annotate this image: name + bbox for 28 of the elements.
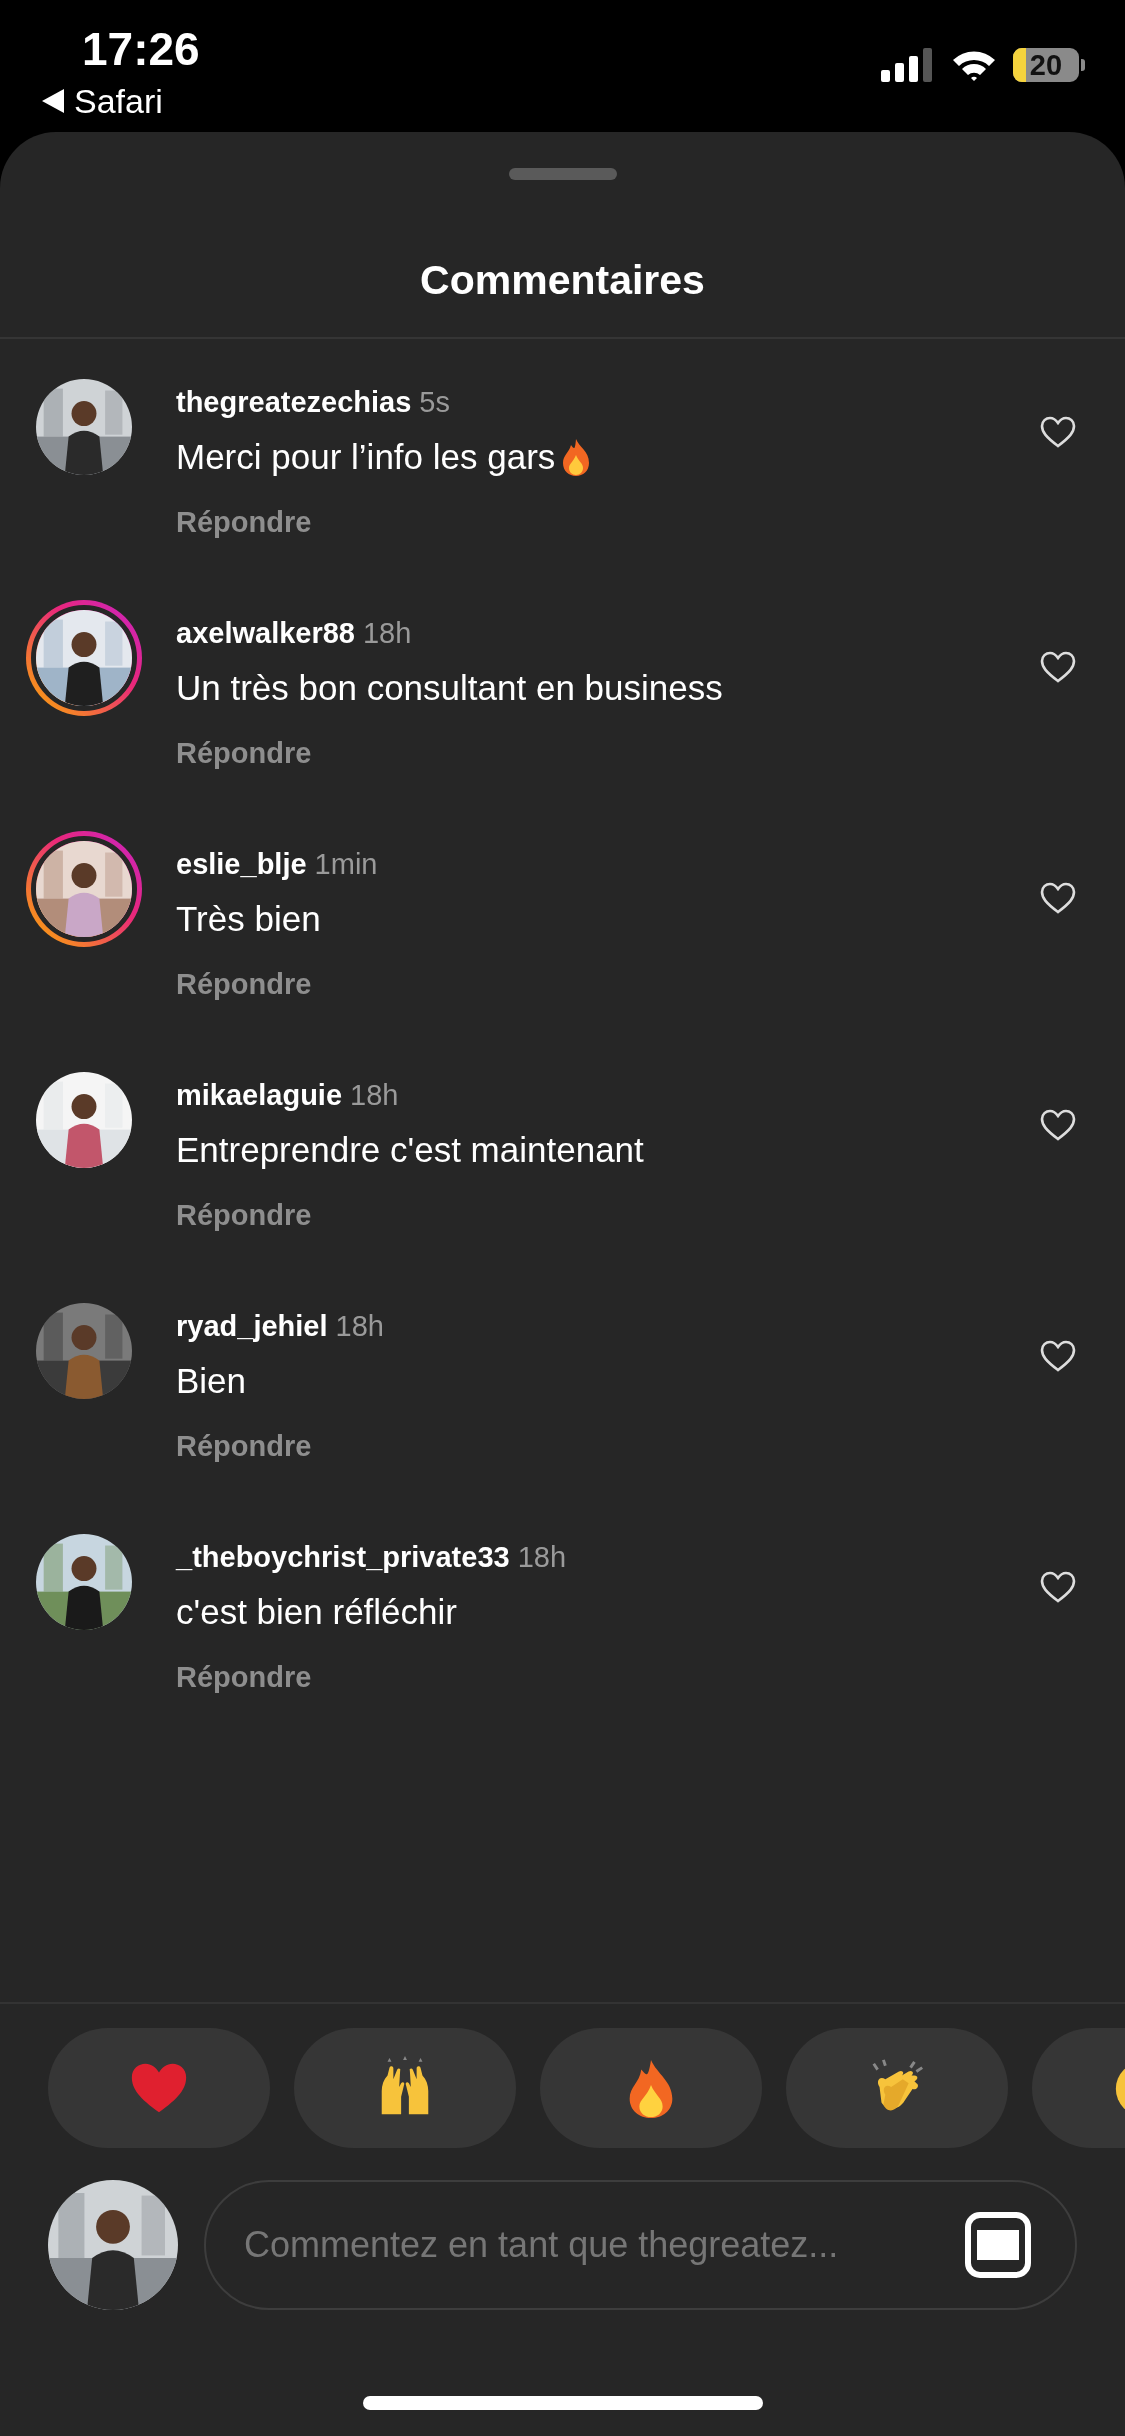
sheet-title: Commentaires: [419, 260, 706, 301]
comment-text: Bien: [176, 1359, 247, 1402]
username[interactable]: mikaelaguie: [176, 1074, 343, 1118]
comment-text: Un très bon consultant en business: [176, 666, 723, 709]
comment-time: 18h: [363, 616, 412, 651]
comment-text: Très bien: [176, 897, 321, 940]
username[interactable]: eslie_blje: [176, 843, 307, 887]
comment-time: 18h: [335, 1309, 384, 1344]
username[interactable]: axelwalker88: [176, 612, 355, 656]
reply-link[interactable]: Répondre: [176, 1425, 1039, 1469]
comment-text: Entreprendre c'est maintenant: [176, 1128, 644, 1171]
comment-time: 18h: [350, 1078, 399, 1113]
back-link[interactable]: Safari: [74, 84, 163, 118]
comment-text: c'est bien réfléchir: [176, 1590, 457, 1633]
username[interactable]: thegreatezechias: [176, 381, 412, 425]
comment-time: 18h: [517, 1540, 567, 1575]
comment-text: Merci pour l’info les gars: [176, 435, 556, 478]
username[interactable]: ryad_jehiel: [176, 1305, 328, 1349]
reply-link[interactable]: Répondre: [176, 501, 1039, 545]
reply-link[interactable]: Répondre: [176, 963, 1039, 1007]
status-time: 17:26: [82, 26, 200, 72]
comment-field[interactable]: Commentez en tant que thegreatez...: [204, 2180, 1077, 2310]
reply-link[interactable]: Répondre: [176, 732, 1039, 776]
reply-link[interactable]: Répondre: [176, 1656, 1039, 1700]
comment-time: 1min: [314, 847, 378, 882]
comment-time: 5s: [419, 385, 450, 420]
reply-link[interactable]: Répondre: [176, 1194, 1039, 1238]
username[interactable]: _theboychrist_private33: [176, 1536, 510, 1580]
